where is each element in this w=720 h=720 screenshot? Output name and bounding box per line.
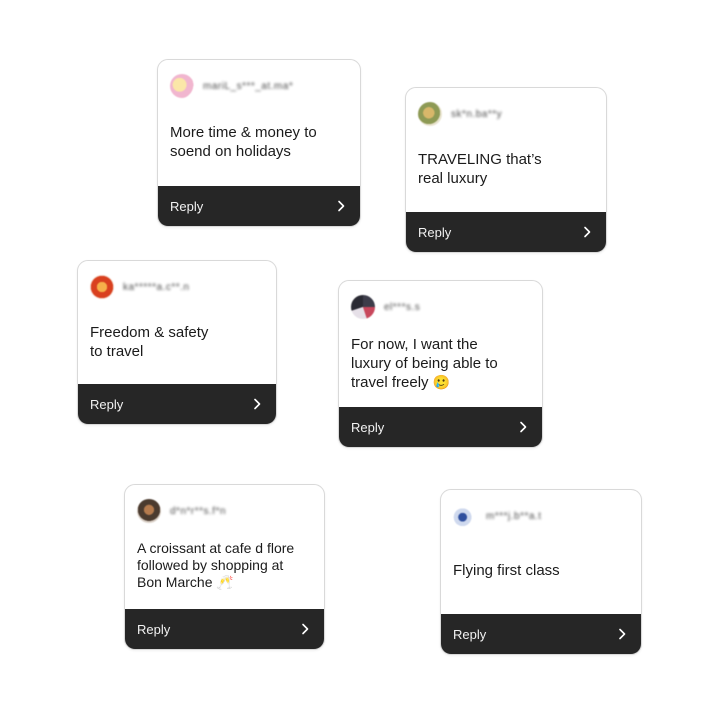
reply-label: Reply [351,419,385,435]
chevron-right-icon [254,398,261,410]
comment-header: el***s.s [351,293,530,321]
clinking-glasses-emoji-icon: 🥂 [216,575,234,591]
chevron-right-icon [619,628,626,640]
reply-label: Reply [90,396,124,412]
comment-header: sk*n.ba**y [418,100,594,128]
chevron-right-icon [302,623,309,635]
username[interactable]: ka*****a.c**.n [123,282,189,293]
reply-button[interactable]: Reply [406,212,606,252]
reply-button[interactable]: Reply [441,614,641,654]
comment-card: mariL_s***_at.ma* More time & money to s… [157,59,361,227]
avatar[interactable] [453,504,477,528]
reply-button[interactable]: Reply [158,186,360,226]
comment-card: d*n*r**s.f*n A croissant at cafe d flore… [124,484,325,650]
comment-header: mariL_s***_at.ma* [170,72,348,100]
reply-label: Reply [418,224,452,240]
reply-button[interactable]: Reply [78,384,276,424]
comment-header: ka*****a.c**.n [90,273,264,301]
avatar[interactable] [418,102,442,126]
chevron-right-icon [338,200,345,212]
avatar[interactable] [351,295,375,319]
username[interactable]: sk*n.ba**y [451,109,502,120]
chevron-right-icon [584,226,591,238]
smiling-tear-emoji-icon: 🥲 [432,375,451,391]
comment-text: More time & money to soend on holidays [170,124,317,160]
comment-card: ka*****a.c**.n Freedom & safety to trave… [77,260,277,425]
comment-card: sk*n.ba**y TRAVELING that’s real luxury … [405,87,607,253]
comment-header: m***j.b**a.t [453,502,629,530]
avatar[interactable] [137,499,161,523]
reply-button[interactable]: Reply [125,609,324,649]
reply-button[interactable]: Reply [339,407,542,447]
comment-card: m***j.b**a.t Flying first class Reply [440,489,642,655]
avatar[interactable] [170,74,194,98]
comment-text: Flying first class [453,562,560,579]
username[interactable]: d*n*r**s.f*n [170,506,226,517]
username[interactable]: mariL_s***_at.ma* [203,81,293,92]
comment-card: el***s.s For now, I want the luxury of b… [338,280,543,448]
comment-header: d*n*r**s.f*n [137,497,312,525]
reply-label: Reply [137,621,171,637]
comment-text: TRAVELING that’s real luxury [418,151,542,187]
comment-text: Freedom & safety to travel [90,324,209,360]
chevron-right-icon [520,421,527,433]
avatar[interactable] [90,275,114,299]
reply-label: Reply [453,626,487,642]
comment-text: A croissant at cafe d flore followed by … [137,540,295,591]
username[interactable]: m***j.b**a.t [486,511,541,522]
comment-text: For now, I want the luxury of being able… [351,336,498,391]
reply-label: Reply [170,198,204,214]
username[interactable]: el***s.s [384,302,420,313]
